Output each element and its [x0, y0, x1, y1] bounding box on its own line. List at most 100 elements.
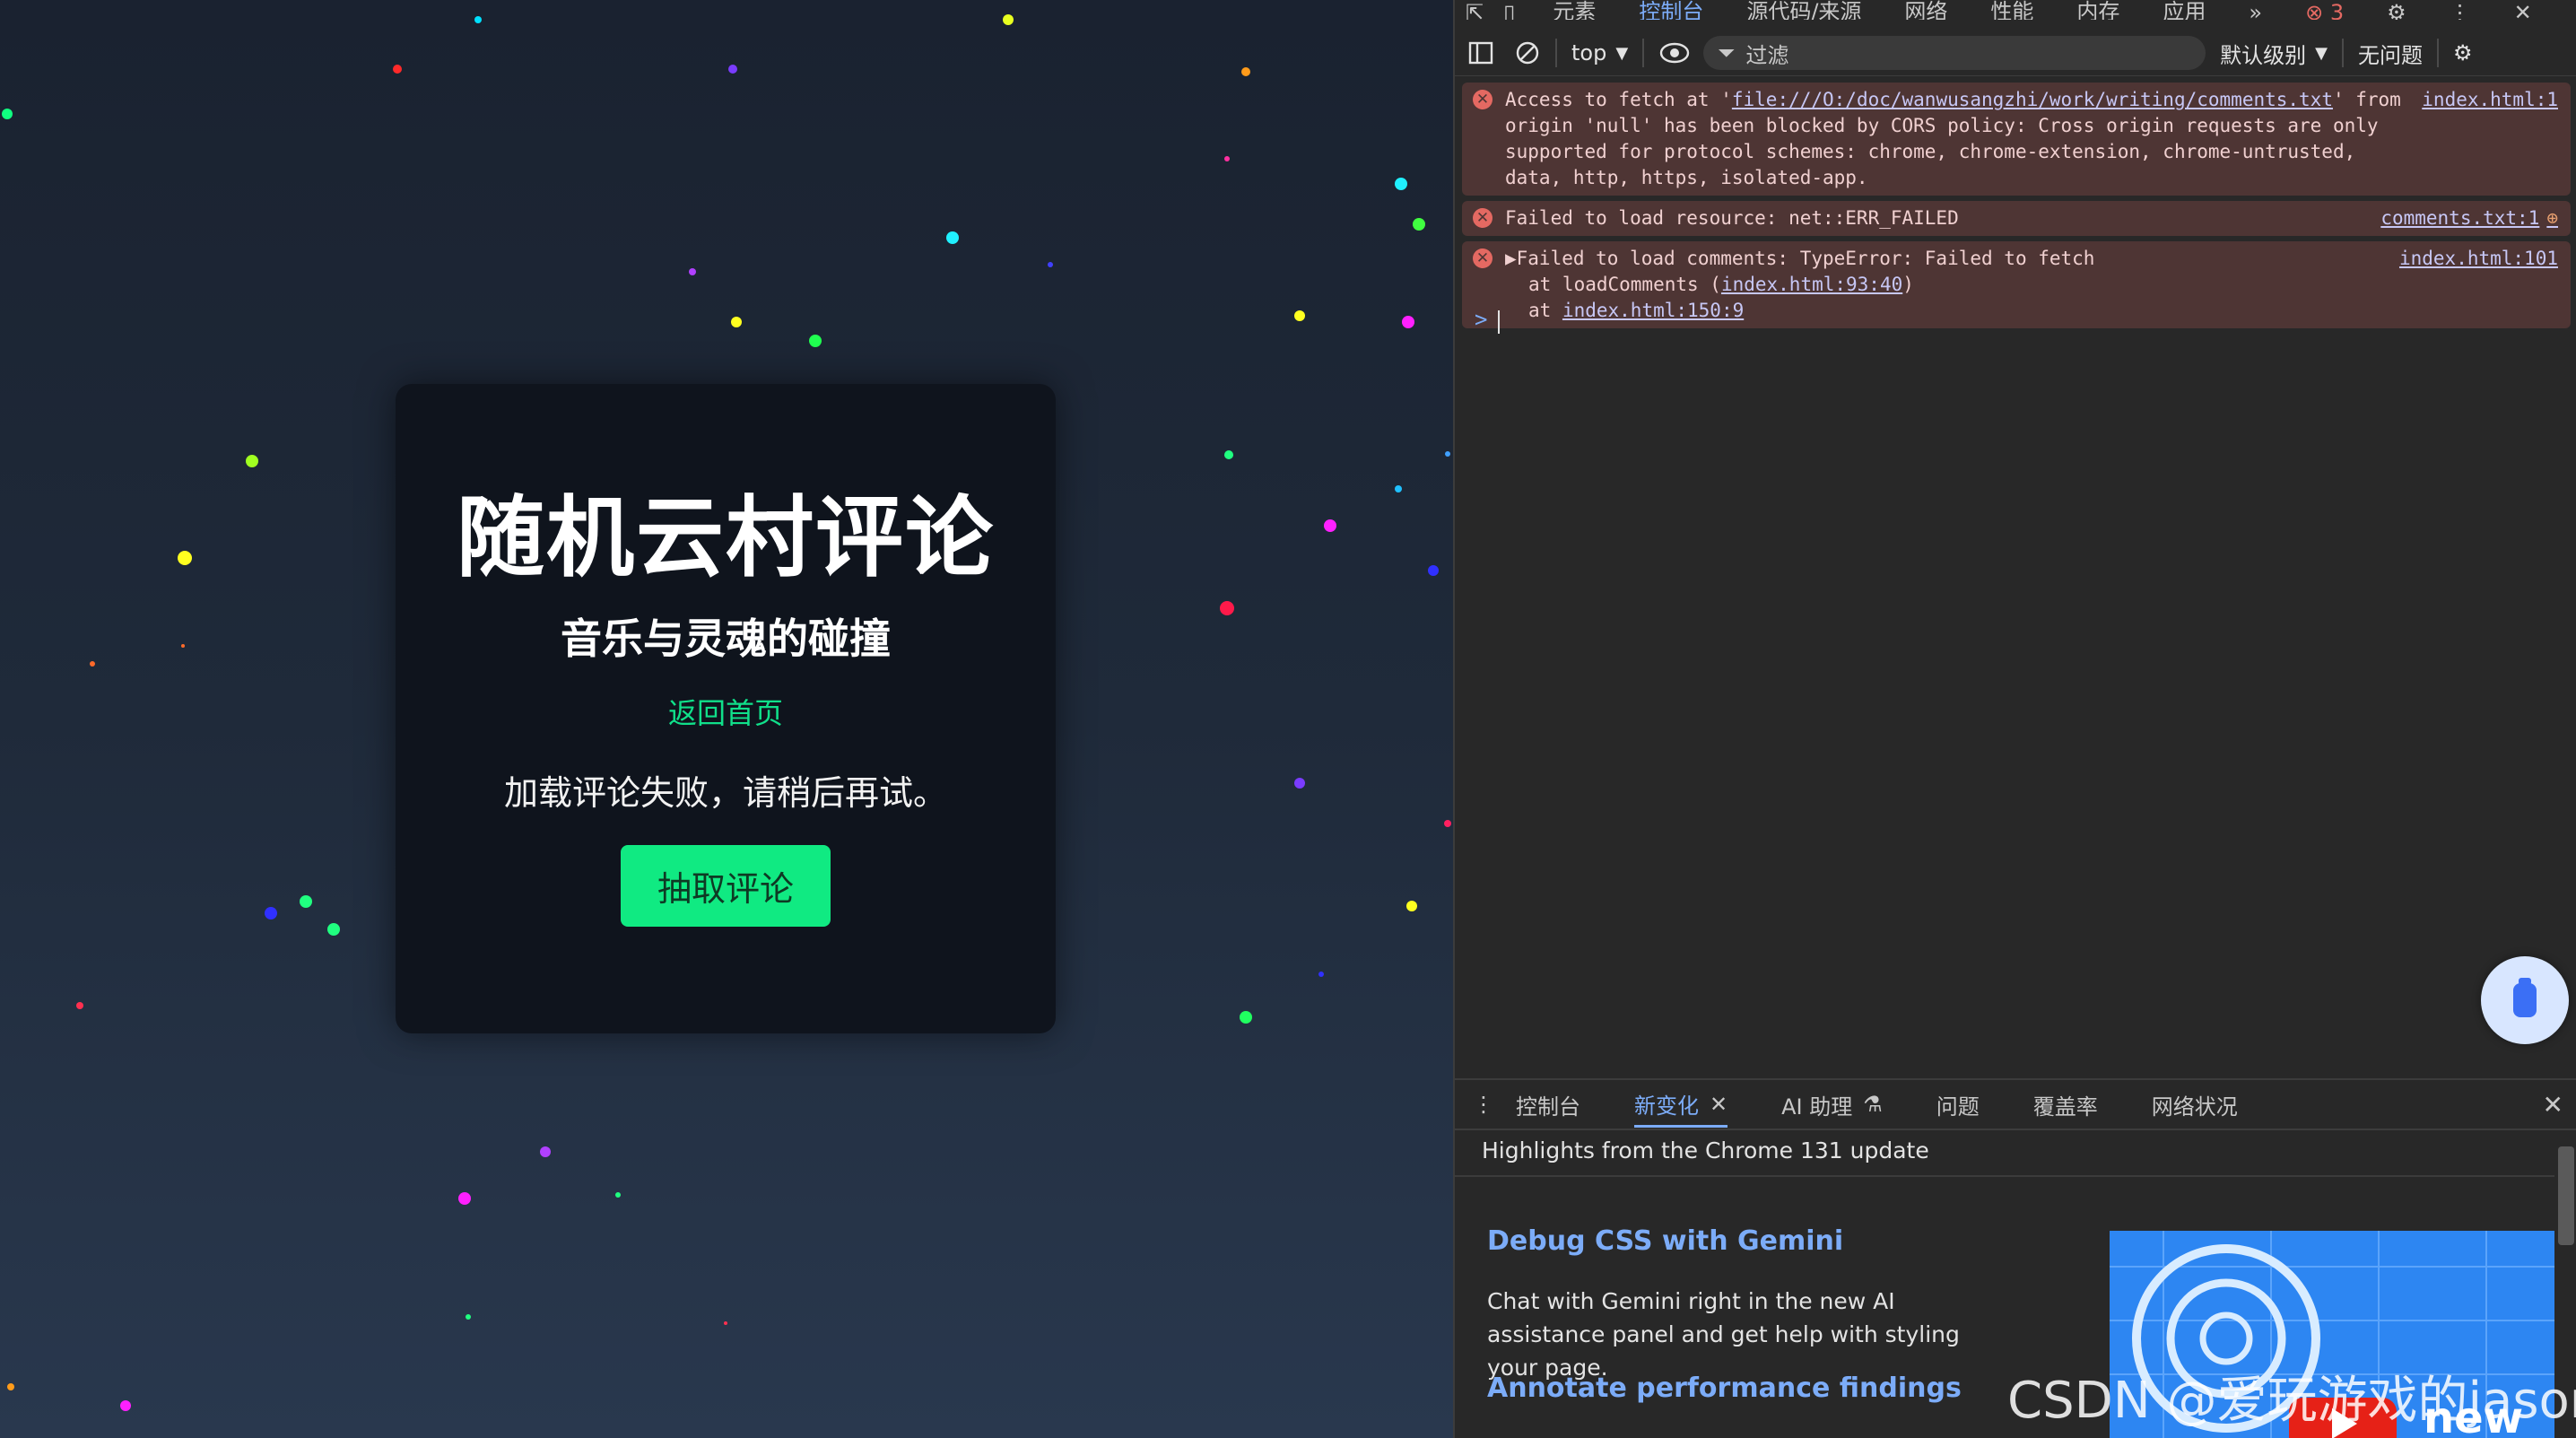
drawer-tab-whatsnew[interactable]: 新变化 ✕ — [1634, 1088, 1728, 1128]
stack-link[interactable]: index.html:93:40 — [1721, 274, 1902, 295]
error-icon: ✕ — [1473, 90, 1493, 109]
network-request-icon[interactable]: ⊕ — [2546, 205, 2558, 231]
console-toolbar: top ▼ ⏷ 过滤 默认级别 ▼ 无问题 ⚙ — [1455, 31, 2576, 76]
extension-cup-icon — [2513, 978, 2537, 1017]
dropdown-arrow-icon: ▼ — [1615, 43, 1629, 63]
drawer-tab-network-conditions[interactable]: 网络状况 — [2152, 1089, 2238, 1120]
particle-dot — [809, 335, 822, 347]
close-devtools-icon[interactable]: ✕ — [2514, 0, 2532, 20]
context-selector[interactable]: top ▼ — [1571, 40, 1628, 65]
log-level-value: 默认级别 — [2220, 42, 2307, 68]
particle-dot — [181, 644, 185, 648]
console-error-fetch[interactable]: ✕ ▶Failed to load comments: TypeError: F… — [1462, 241, 2571, 328]
particle-dot — [689, 268, 696, 275]
particle-dot — [1241, 67, 1250, 76]
web-page: 随机云村评论 音乐与灵魂的碰撞 返回首页 加载评论失败，请稍后再试。 抽取评论 — [0, 0, 1453, 1438]
tab-sources[interactable]: 源代码/来源 — [1746, 0, 1861, 20]
draw-comment-button[interactable]: 抽取评论 — [621, 845, 831, 927]
back-home-link[interactable]: 返回首页 — [396, 691, 1056, 732]
particle-dot — [1445, 451, 1450, 457]
particle-dot — [474, 16, 482, 23]
drawer-tab-coverage[interactable]: 覆盖率 — [2033, 1089, 2098, 1120]
drawer-tab-ai[interactable]: AI 助理 ⚗ — [1781, 1089, 1883, 1120]
particle-dot — [615, 1192, 621, 1198]
particle-dot — [1395, 178, 1407, 190]
drawer-tab-label: 新变化 — [1634, 1094, 1699, 1119]
particle-dot — [2, 109, 13, 119]
particle-dot — [728, 65, 737, 74]
particle-dot — [393, 65, 402, 74]
extension-floating-button[interactable] — [2481, 956, 2569, 1044]
error-icon: ✕ — [1473, 208, 1493, 228]
tab-elements[interactable]: 元素 — [1553, 0, 1596, 20]
particle-dot — [1428, 565, 1439, 576]
particle-dot — [300, 895, 312, 908]
device-toggle-icon[interactable]: ▯ — [1503, 0, 1515, 20]
tab-application[interactable]: 应用 — [2163, 0, 2206, 20]
close-drawer-icon[interactable]: ✕ — [2543, 1090, 2563, 1120]
tab-console[interactable]: 控制台 — [1639, 0, 1703, 20]
clear-console-icon[interactable] — [1514, 39, 1541, 66]
filter-funnel-icon: ⏷ — [1718, 40, 1736, 65]
particle-dot — [246, 455, 258, 467]
error-text: Access to fetch at ' — [1505, 89, 1732, 110]
particle-dot — [731, 317, 742, 327]
console-messages: ✕ Access to fetch at 'file:///O:/doc/wan… — [1462, 83, 2571, 334]
particle-dot — [1224, 450, 1233, 459]
more-tabs-icon[interactable]: » — [2249, 0, 2262, 20]
filter-placeholder: 过滤 — [1745, 42, 1789, 68]
whatsnew-item-title[interactable]: Debug CSS with Gemini — [1487, 1225, 1843, 1257]
whatsnew-item-title[interactable]: Annotate performance findings — [1487, 1373, 1962, 1404]
particle-dot — [1395, 485, 1402, 492]
drawer-tab-console[interactable]: 控制台 — [1516, 1089, 1580, 1120]
devtools-tabbar: ⇱ ▯ 元素 控制台 源代码/来源 网络 性能 内存 应用 » ⊗ 3 ⚙ ⋮ … — [1455, 0, 2576, 20]
tab-memory[interactable]: 内存 — [2076, 0, 2119, 20]
drawer-scroll-thumb[interactable] — [2558, 1146, 2574, 1245]
inspect-icon[interactable]: ⇱ — [1466, 0, 1484, 20]
particle-dot — [1048, 262, 1053, 267]
particle-dot — [458, 1192, 471, 1205]
particle-dot — [90, 661, 95, 667]
file-link[interactable]: file:///O:/doc/wanwusangzhi/work/writing… — [1732, 89, 2333, 110]
sidebar-toggle-icon[interactable] — [1467, 39, 1494, 66]
close-tab-icon[interactable]: ✕ — [1710, 1092, 1727, 1117]
particle-dot — [1294, 778, 1305, 789]
source-link[interactable]: comments.txt:1 — [2380, 205, 2539, 231]
particle-dot — [540, 1146, 551, 1157]
settings-icon[interactable]: ⚙ — [2387, 0, 2406, 20]
particle-dot — [76, 1002, 83, 1009]
error-text: Failed to load resource: net::ERR_FAILED — [1505, 207, 1959, 229]
particle-dot — [265, 907, 277, 919]
page-title: 随机云村评论 — [456, 487, 995, 589]
particle-dot — [1294, 310, 1305, 321]
console-settings-icon[interactable]: ⚙ — [2453, 40, 2473, 65]
drawer-menu-icon[interactable]: ⋮ — [1473, 1092, 1494, 1117]
stack-link[interactable]: index.html:150:9 — [1562, 300, 1744, 321]
particle-dot — [1220, 601, 1234, 615]
issues-counter[interactable]: 无问题 — [2358, 38, 2423, 69]
live-expression-eye-icon[interactable] — [1658, 41, 1691, 65]
drawer-tab-label: AI 助理 — [1781, 1094, 1853, 1120]
source-link[interactable]: index.html:101 — [2399, 246, 2558, 272]
tab-performance[interactable]: 性能 — [1990, 0, 2033, 20]
context-value: top — [1571, 40, 1607, 65]
error-icon: ✕ — [1473, 248, 1493, 268]
source-wrap: comments.txt:1 ⊕ — [2380, 205, 2558, 231]
particle-dot — [178, 551, 192, 565]
source-link[interactable]: index.html:1 — [2422, 87, 2558, 113]
stack-text: at loadComments ( — [1528, 274, 1721, 295]
error-counter[interactable]: ⊗ 3 — [2305, 0, 2344, 20]
particle-dot — [1413, 218, 1425, 231]
particle-dot — [1224, 156, 1230, 161]
drawer-tab-issues[interactable]: 问题 — [1936, 1089, 1980, 1120]
filter-input[interactable]: ⏷ 过滤 — [1703, 36, 2206, 70]
comment-card: 随机云村评论 音乐与灵魂的碰撞 返回首页 加载评论失败，请稍后再试。 抽取评论 — [396, 384, 1056, 1033]
kebab-menu-icon[interactable]: ⋮ — [2450, 0, 2471, 20]
console-input-caret[interactable] — [1498, 310, 1500, 334]
whatsnew-header: Highlights from the Chrome 131 update — [1482, 1137, 1929, 1163]
log-level-selector[interactable]: 默认级别 ▼ — [2220, 38, 2328, 69]
error-count: 3 — [2329, 0, 2345, 20]
particle-dot — [120, 1400, 131, 1411]
particle-dot — [7, 1383, 14, 1390]
tab-network[interactable]: 网络 — [1904, 0, 1947, 20]
